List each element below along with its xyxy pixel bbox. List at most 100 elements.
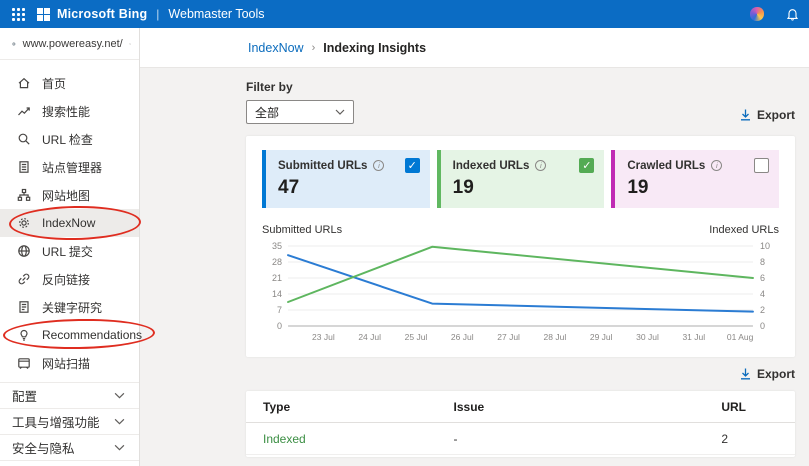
sidebar-item-home[interactable]: 首页 xyxy=(0,69,139,97)
app-launcher-icon[interactable] xyxy=(12,8,25,21)
top-bar: Microsoft Bing | Webmaster Tools xyxy=(0,0,809,28)
table-row[interactable]: Indexed - 2 xyxy=(246,423,795,455)
export-button-bottom[interactable]: Export xyxy=(740,367,795,383)
chevron-down-icon xyxy=(114,418,125,425)
main-area: IndexNow › Indexing Insights Filter by 全… xyxy=(140,28,809,466)
svg-text:28 Jul: 28 Jul xyxy=(544,332,567,342)
svg-text:26 Jul: 26 Jul xyxy=(451,332,474,342)
svg-text:30 Jul: 30 Jul xyxy=(636,332,659,342)
sidebar-item-keyword-research[interactable]: 关键字研究 xyxy=(0,293,139,321)
chevron-down-icon xyxy=(129,41,131,47)
search-icon xyxy=(17,132,31,146)
left-axis-title: Submitted URLs xyxy=(262,224,342,236)
card-indexed-urls: Indexed URLs i ✓ 19 xyxy=(437,150,605,208)
breadcrumb-separator-icon: › xyxy=(312,42,316,54)
svg-text:0: 0 xyxy=(277,321,282,331)
home-icon xyxy=(17,76,31,90)
copilot-icon[interactable] xyxy=(750,7,764,21)
breadcrumb: IndexNow › Indexing Insights xyxy=(140,28,809,68)
site-scan-icon xyxy=(17,356,31,370)
submitted-urls-checkbox[interactable]: ✓ xyxy=(405,158,420,173)
card-submitted-urls: Submitted URLs i ✓ 47 xyxy=(262,150,430,208)
svg-text:25 Jul: 25 Jul xyxy=(405,332,428,342)
filter-dropdown-value: 全部 xyxy=(255,104,279,121)
trend-line-chart[interactable]: 0 0 7 2 14 4 21 6 28 8 35 10 23 Jul 24 Jul 25 Jul 26 Ju… xyxy=(262,238,779,344)
metric-cards: Submitted URLs i ✓ 47 Indexed URLs i xyxy=(262,150,779,208)
filter-dropdown[interactable]: 全部 xyxy=(246,100,354,124)
svg-text:2: 2 xyxy=(760,305,765,315)
chevron-down-icon xyxy=(335,109,345,115)
sidebar-section-configuration[interactable]: 配置 xyxy=(0,383,139,409)
gear-icon xyxy=(17,216,31,230)
table-header-row: Type Issue URL xyxy=(246,391,795,423)
indexing-insights-panel: Submitted URLs i ✓ 47 Indexed URLs i xyxy=(246,136,795,357)
info-icon[interactable]: i xyxy=(373,160,384,171)
globe-icon xyxy=(12,36,16,52)
product-title[interactable]: Webmaster Tools xyxy=(168,7,264,21)
globe-small-icon xyxy=(17,244,31,258)
sidebar-item-backlinks[interactable]: 反向链接 xyxy=(0,265,139,293)
chevron-down-icon xyxy=(114,392,125,399)
sidebar-item-site-scan[interactable]: 网站扫描 xyxy=(0,349,139,377)
svg-text:31 Jul: 31 Jul xyxy=(682,332,705,342)
microsoft-logo-icon xyxy=(37,8,50,21)
svg-text:01 Aug: 01 Aug xyxy=(727,332,754,342)
issues-table: Type Issue URL Indexed - 2 xyxy=(246,391,795,457)
sidebar-item-url-submission[interactable]: URL 提交 xyxy=(0,237,139,265)
crawled-urls-checkbox[interactable] xyxy=(754,158,769,173)
card-crawled-urls: Crawled URLs i 19 xyxy=(611,150,779,208)
indexed-urls-checkbox[interactable]: ✓ xyxy=(579,158,594,173)
site-selector[interactable]: www.powereasy.net/ xyxy=(0,28,139,60)
svg-text:0: 0 xyxy=(760,321,765,331)
right-axis-title: Indexed URLs xyxy=(709,224,779,236)
cell-issue: - xyxy=(454,432,722,446)
svg-text:7: 7 xyxy=(277,305,282,315)
export-button-top[interactable]: Export xyxy=(740,108,795,124)
info-icon[interactable]: i xyxy=(711,160,722,171)
link-icon xyxy=(17,272,31,286)
column-url: URL xyxy=(721,400,778,414)
svg-text:14: 14 xyxy=(272,289,282,299)
svg-text:6: 6 xyxy=(760,273,765,283)
filter-by-label: Filter by xyxy=(246,80,354,94)
svg-text:35: 35 xyxy=(272,241,282,251)
notifications-bell-icon[interactable] xyxy=(786,7,799,21)
submitted-urls-value: 47 xyxy=(278,177,420,199)
sidebar-nav: 首页 搜索性能 URL 检查 站点管理器 网站地图 xyxy=(0,60,139,461)
sitemap-icon xyxy=(17,188,31,202)
keyword-doc-icon xyxy=(17,300,31,314)
sidebar-section-security[interactable]: 安全与隐私 xyxy=(0,435,139,461)
sidebar: www.powereasy.net/ 首页 搜索性能 URL 检查 xyxy=(0,28,140,466)
lightbulb-icon xyxy=(17,328,31,342)
svg-text:8: 8 xyxy=(760,257,765,267)
svg-text:28: 28 xyxy=(272,257,282,267)
svg-text:24 Jul: 24 Jul xyxy=(358,332,381,342)
sidebar-item-recommendations[interactable]: Recommendations xyxy=(0,321,139,349)
download-icon xyxy=(740,109,751,121)
svg-text:4: 4 xyxy=(760,289,765,299)
info-icon[interactable]: i xyxy=(535,160,546,171)
sidebar-item-sitemaps[interactable]: 网站地图 xyxy=(0,181,139,209)
column-issue: Issue xyxy=(454,400,722,414)
crawled-urls-value: 19 xyxy=(627,177,769,199)
sidebar-section-tools[interactable]: 工具与增强功能 xyxy=(0,409,139,435)
brand-divider: | xyxy=(156,7,159,21)
trend-icon xyxy=(17,104,31,118)
cell-type: Indexed xyxy=(263,432,454,446)
svg-text:29 Jul: 29 Jul xyxy=(590,332,613,342)
svg-text:10: 10 xyxy=(760,241,770,251)
sidebar-item-search-performance[interactable]: 搜索性能 xyxy=(0,97,139,125)
brand-title[interactable]: Microsoft Bing xyxy=(57,7,147,21)
sidebar-item-site-explorer[interactable]: 站点管理器 xyxy=(0,153,139,181)
document-list-icon xyxy=(17,160,31,174)
svg-text:21: 21 xyxy=(272,273,282,283)
sidebar-item-indexnow[interactable]: IndexNow xyxy=(0,209,139,237)
breadcrumb-indexnow-link[interactable]: IndexNow xyxy=(248,41,304,55)
page-title: Indexing Insights xyxy=(323,41,426,55)
sidebar-item-url-inspection[interactable]: URL 检查 xyxy=(0,125,139,153)
page: Microsoft Bing | Webmaster Tools www.pow… xyxy=(0,0,809,466)
svg-text:27 Jul: 27 Jul xyxy=(497,332,520,342)
download-icon xyxy=(740,368,751,380)
svg-text:23 Jul: 23 Jul xyxy=(312,332,335,342)
chevron-down-icon xyxy=(114,444,125,451)
